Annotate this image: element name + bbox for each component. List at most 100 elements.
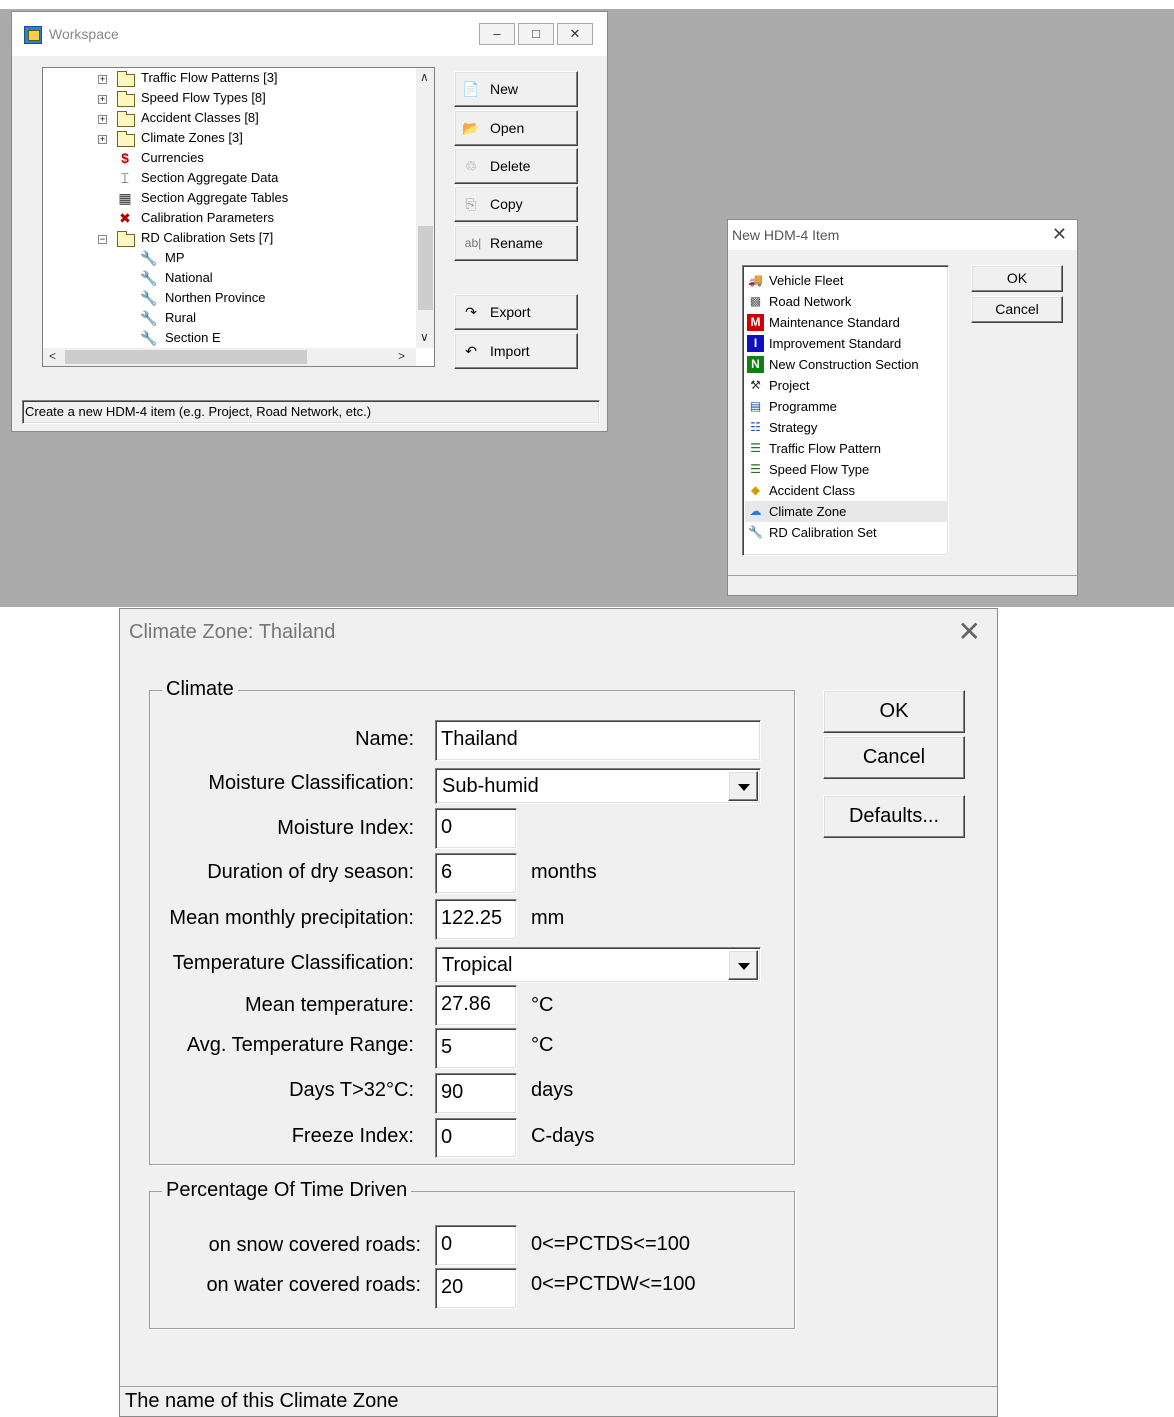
list-item-selected[interactable]: ☁ Climate Zone [745, 501, 948, 522]
list-item[interactable]: N New Construction Section [745, 354, 948, 375]
scroll-up-icon[interactable]: ∧ [420, 70, 429, 84]
climate-zone-dialog: Climate Zone: Thailand ✕ Climate Name: T… [119, 608, 998, 1417]
temperature-range-label: Avg. Temperature Range: [186, 1034, 414, 1056]
scroll-down-icon[interactable]: ∨ [420, 330, 429, 344]
expand-icon[interactable]: + [98, 95, 107, 104]
tree-vertical-scrollbar[interactable]: ∧ ∨ [416, 68, 434, 348]
export-button-label: Export [490, 304, 531, 320]
scroll-left-icon[interactable]: < [49, 349, 56, 363]
climate-zone-icon: ☁ [749, 504, 762, 518]
temperature-classification-select[interactable]: Tropical [435, 947, 761, 983]
list-item[interactable]: ⚒ Project [745, 375, 948, 396]
freeze-index-field[interactable]: 0 [435, 1118, 517, 1158]
tree-item[interactable]: Calibration Parameters [141, 208, 274, 228]
mean-temperature-unit: °C [531, 994, 554, 1016]
defaults-button[interactable]: Defaults... [823, 795, 965, 838]
new-button-label: New [490, 81, 519, 97]
freeze-index-label: Freeze Index: [291, 1125, 414, 1147]
close-icon[interactable]: ✕ [958, 615, 981, 648]
tree-item[interactable]: National [165, 268, 213, 288]
improvement-standard-icon: I [747, 335, 764, 352]
maintenance-standard-icon: M [747, 314, 764, 331]
moisture-index-field[interactable]: 0 [435, 808, 517, 849]
tree-item[interactable]: Section Aggregate Data [141, 168, 278, 188]
list-item[interactable]: 🔧 RD Calibration Set [745, 522, 948, 543]
close-icon[interactable]: ✕ [557, 23, 593, 45]
workspace-window: Workspace – □ ✕ + Traffic Flow Patterns … [11, 11, 608, 432]
new-item-list[interactable]: 🚚 Vehicle Fleet ▩ Road Network M Mainten… [742, 265, 949, 556]
rename-button[interactable]: ab| Rename [454, 225, 578, 261]
temperature-range-unit: °C [531, 1034, 554, 1056]
expand-icon[interactable]: + [98, 135, 107, 144]
expand-icon[interactable]: + [98, 115, 107, 124]
scroll-thumb[interactable] [65, 350, 307, 364]
scroll-thumb[interactable] [418, 226, 433, 310]
snow-covered-field[interactable]: 0 [435, 1225, 517, 1266]
list-item[interactable]: ☷ Strategy [745, 417, 948, 438]
scroll-right-icon[interactable]: > [398, 349, 405, 363]
maximize-icon[interactable]: □ [518, 23, 554, 45]
tree-item[interactable]: Accident Classes [8] [141, 108, 259, 128]
list-item[interactable]: 🚚 Vehicle Fleet [745, 270, 948, 291]
tree-item[interactable]: Rural [165, 308, 196, 328]
tree-item[interactable]: Section E [165, 328, 221, 348]
chevron-down-icon[interactable] [728, 771, 758, 801]
ok-button[interactable]: OK [823, 690, 965, 733]
list-item-label: Strategy [769, 420, 818, 435]
export-icon: ↷ [465, 304, 477, 320]
new-button[interactable]: 📄 New [454, 71, 578, 107]
tree-item[interactable]: Climate Zones [3] [141, 128, 243, 148]
tree-item[interactable]: Section Aggregate Tables [141, 188, 288, 208]
tree-item[interactable]: Speed Flow Types [8] [141, 88, 266, 108]
name-field[interactable]: Thailand [435, 720, 761, 761]
import-button[interactable]: ↶ Import [454, 333, 578, 369]
export-button[interactable]: ↷ Export [454, 294, 578, 330]
list-item[interactable]: ☰ Traffic Flow Pattern [745, 438, 948, 459]
temperature-classification-label: Temperature Classification: [172, 952, 414, 974]
precipitation-field[interactable]: 122.25 [435, 899, 517, 940]
open-button[interactable]: 📂 Open [454, 110, 578, 146]
new-item-titlebar[interactable]: New HDM-4 Item ✕ [728, 220, 1077, 250]
water-covered-label: on water covered roads: [206, 1274, 421, 1296]
climate-zone-statusbar: The name of this Climate Zone [120, 1386, 997, 1416]
climate-zone-titlebar[interactable]: Climate Zone: Thailand ✕ [120, 609, 997, 653]
list-item-label: Improvement Standard [769, 336, 902, 351]
ok-button[interactable]: OK [971, 265, 1063, 292]
list-item[interactable]: ☰ Speed Flow Type [745, 459, 948, 480]
chevron-down-icon[interactable] [728, 950, 758, 980]
tree-item[interactable]: RD Calibration Sets [7] [141, 228, 273, 248]
delete-button[interactable]: ♲ Delete [454, 148, 578, 184]
delete-button-label: Delete [490, 158, 531, 174]
tree-item[interactable]: Traffic Flow Patterns [3] [141, 68, 278, 88]
workspace-titlebar[interactable]: Workspace – □ ✕ [12, 12, 607, 56]
new-item-dialog: New HDM-4 Item ✕ 🚚 Vehicle Fleet ▩ Road … [727, 219, 1078, 596]
snow-covered-label: on snow covered roads: [208, 1234, 421, 1256]
tree-horizontal-scrollbar[interactable]: < > [43, 348, 416, 366]
tree-item[interactable]: Currencies [141, 148, 204, 168]
collapse-icon[interactable]: − [98, 235, 107, 244]
list-item[interactable]: ◆ Accident Class [745, 480, 948, 501]
water-covered-field[interactable]: 20 [435, 1268, 517, 1309]
rename-icon: ab| [464, 236, 482, 250]
list-item[interactable]: M Maintenance Standard [745, 312, 948, 333]
wrench-icon: 🔧 [140, 250, 158, 266]
close-icon[interactable]: ✕ [1052, 224, 1067, 245]
mean-temperature-field[interactable]: 27.86 [435, 985, 517, 1026]
list-item[interactable]: I Improvement Standard [745, 333, 948, 354]
tree-item[interactable]: Northen Province [165, 288, 265, 308]
minimize-icon[interactable]: – [479, 23, 515, 45]
snow-covered-range: 0<=PCTDS<=100 [531, 1233, 690, 1255]
copy-button[interactable]: ⎘ Copy [454, 186, 578, 222]
days-above-32-field[interactable]: 90 [435, 1073, 517, 1114]
tree-item[interactable]: MP [165, 248, 185, 268]
dry-season-field[interactable]: 6 [435, 853, 517, 894]
expand-icon[interactable]: + [98, 75, 107, 84]
cancel-button[interactable]: Cancel [823, 736, 965, 779]
open-button-label: Open [490, 120, 525, 136]
list-item[interactable]: ▤ Programme [745, 396, 948, 417]
list-item[interactable]: ▩ Road Network [745, 291, 948, 312]
cancel-button[interactable]: Cancel [971, 296, 1063, 323]
temperature-range-field[interactable]: 5 [435, 1028, 517, 1069]
moisture-classification-select[interactable]: Sub-humid [435, 768, 761, 804]
workspace-tree[interactable]: + Traffic Flow Patterns [3] + Speed Flow… [42, 67, 435, 367]
